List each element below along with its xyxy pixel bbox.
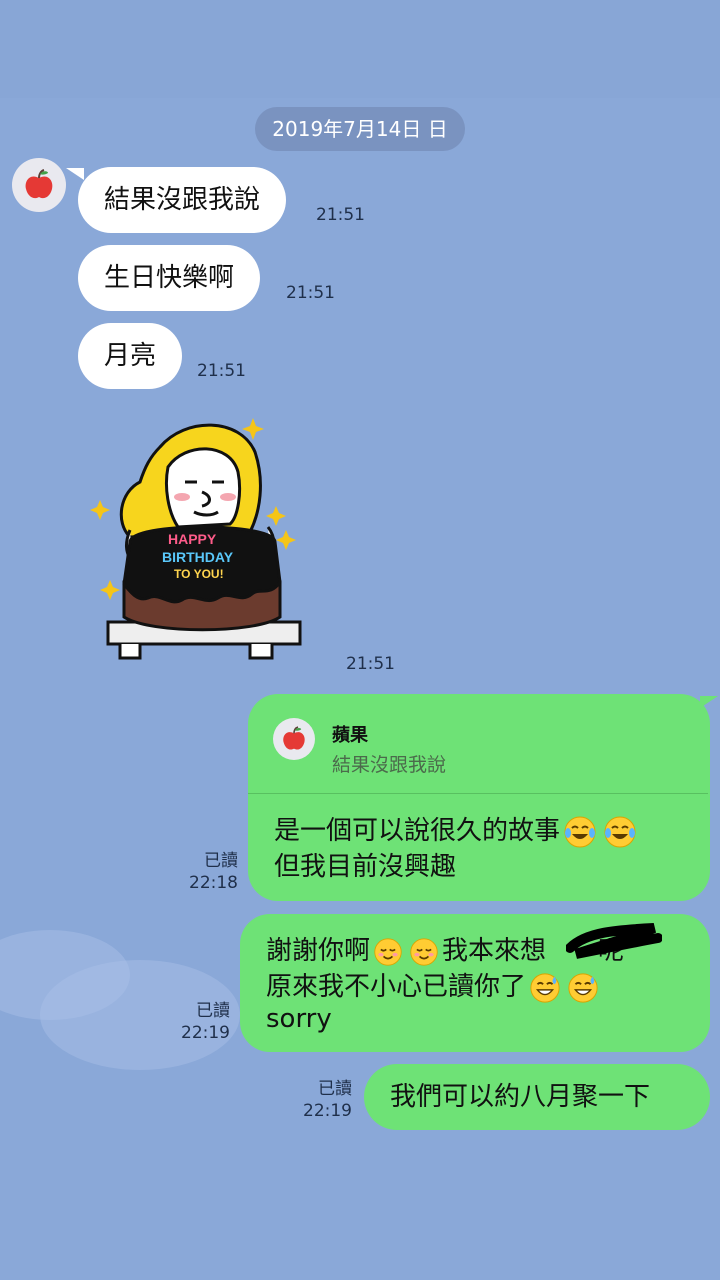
header-band	[0, 0, 720, 98]
bubble-tail	[700, 696, 718, 708]
message-time: 21:51	[346, 654, 395, 674]
message-text: 原來我不小心已讀你了	[266, 972, 527, 1002]
red-apple-icon	[25, 169, 53, 199]
quoted-sender-name: 蘋果	[332, 725, 368, 746]
message-time: 22:19	[303, 1101, 352, 1121]
read-label: 已讀	[196, 1001, 230, 1021]
read-receipt: 已讀 22:18	[180, 850, 238, 894]
message-text: 結果沒跟我說	[104, 185, 261, 215]
smiling-face-emoji	[374, 937, 402, 966]
message-text: 我們可以約八月聚一下	[390, 1082, 651, 1112]
grinning-sweat-emoji	[568, 972, 598, 1003]
message-line: 原來我不小心已讀你了	[266, 966, 602, 1004]
message-line: 是一個可以說很久的故事	[274, 810, 640, 849]
tears-of-joy-emoji	[604, 816, 636, 847]
tears-of-joy-emoji	[564, 816, 596, 847]
message-text: 但我目前沒興趣	[274, 852, 457, 882]
incoming-message-bubble[interactable]: 月亮	[78, 323, 183, 389]
read-receipt: 已讀 22:19	[294, 1078, 352, 1122]
incoming-message-bubble[interactable]: 生日快樂啊	[78, 245, 261, 311]
message-text: 月亮	[104, 341, 157, 371]
message-text: 是一個可以說很久的故事	[274, 816, 561, 846]
read-label: 已讀	[204, 851, 238, 871]
message-time: 21:51	[197, 361, 246, 381]
quoted-avatar	[273, 718, 315, 760]
message-text: 生日快樂啊	[104, 263, 235, 293]
incoming-message-bubble[interactable]: 結果沒跟我說	[78, 167, 287, 233]
date-divider: 2019年7月14日 日	[255, 107, 465, 151]
quote-divider	[248, 793, 708, 794]
message-text: 謝謝你啊	[266, 936, 371, 966]
outgoing-message-bubble[interactable]: 我們可以約八月聚一下	[364, 1064, 710, 1130]
message-text: sorry	[266, 1004, 332, 1034]
red-apple-icon	[283, 726, 305, 750]
message-time: 21:51	[316, 205, 365, 225]
birthday-cake-sticker[interactable]: HAPPY BIRTHDAY TO YOU!	[90, 412, 315, 670]
message-time: 21:51	[286, 283, 335, 303]
message-line: 但我目前沒興趣	[274, 846, 456, 883]
svg-text:HAPPY: HAPPY	[168, 531, 217, 547]
message-time: 22:19	[181, 1023, 230, 1043]
bubble-tail	[66, 168, 84, 180]
grinning-sweat-emoji	[530, 972, 560, 1003]
svg-text:BIRTHDAY: BIRTHDAY	[162, 549, 234, 565]
contact-avatar[interactable]	[12, 158, 66, 212]
message-line: sorry	[266, 1004, 332, 1034]
redaction-scribble	[566, 923, 662, 959]
svg-text:TO YOU!: TO YOU!	[174, 567, 224, 581]
message-text: 我本來想	[442, 936, 547, 966]
message-time: 22:18	[189, 873, 238, 893]
read-receipt: 已讀 22:19	[172, 1000, 230, 1044]
read-label: 已讀	[318, 1079, 352, 1099]
quoted-message-text[interactable]: 結果沒跟我說	[332, 750, 446, 777]
smiling-face-emoji	[410, 937, 438, 966]
